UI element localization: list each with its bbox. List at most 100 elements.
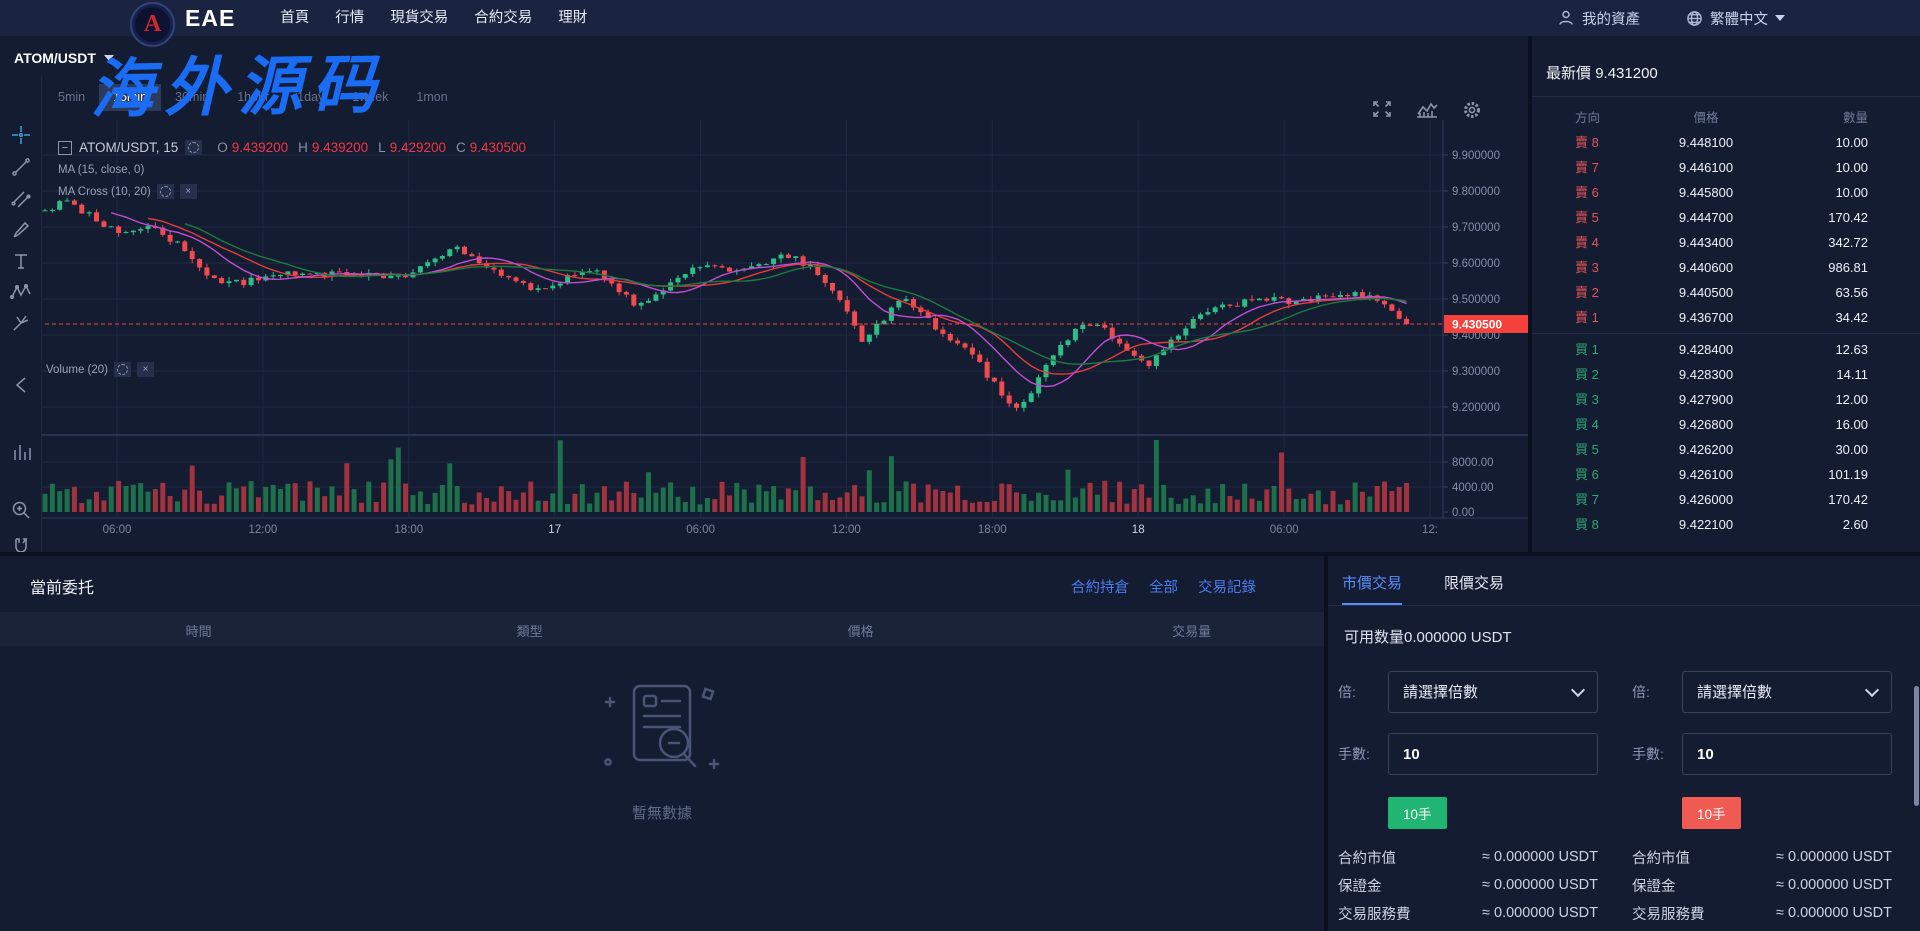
nav-item-5[interactable]: 理財	[545, 0, 600, 36]
svg-text:8000.00: 8000.00	[1452, 457, 1494, 469]
nav-item-3[interactable]: 現貨交易	[377, 0, 461, 36]
timeframe-tab-30min[interactable]: 30min	[161, 84, 223, 111]
ask-row[interactable]: 賣 49.443400342.72	[1532, 230, 1920, 255]
orders-link-2[interactable]: 全部	[1149, 576, 1178, 597]
ask-row[interactable]: 賣 79.44610010.00	[1532, 155, 1920, 180]
language-label: 繁體中文	[1710, 8, 1768, 29]
ask-row[interactable]: 賣 59.444700170.42	[1532, 205, 1920, 230]
ask-row[interactable]: 賣 89.44810010.00	[1532, 130, 1920, 155]
trade-tabs: 市價交易 限價交易	[1328, 556, 1920, 605]
my-assets-link[interactable]: 我的資產	[1557, 8, 1640, 29]
crosshair-icon[interactable]	[9, 123, 33, 147]
info-label: 交易服務費	[1632, 903, 1705, 924]
orders-link-1[interactable]: 合約持倉	[1071, 576, 1129, 597]
price-value: 9.448100	[1642, 130, 1770, 155]
info-row-2: 保證金≈ 0.000000 USDT	[1632, 871, 1892, 899]
candlestick-chart[interactable]: 06:0012:0018:001706:0012:0018:001806:001…	[0, 36, 1528, 552]
price-value: 9.426800	[1642, 412, 1770, 437]
fullscreen-icon[interactable]	[1372, 100, 1392, 118]
settings-gear-icon[interactable]	[114, 362, 131, 377]
multiplier-select[interactable]: 請選擇倍數	[1682, 671, 1892, 713]
timeframe-bar: 5min15min30min1hour1day1week1mon	[44, 84, 462, 111]
collapse-arrow-icon[interactable]	[9, 373, 33, 397]
info-label: 交易服務費	[1338, 903, 1411, 924]
spread-divider	[1532, 333, 1920, 334]
symbol-selector[interactable]: ATOM/USDT	[14, 50, 114, 66]
lots-input[interactable]	[1682, 733, 1892, 775]
bid-row[interactable]: 買 39.42790012.00	[1532, 387, 1920, 412]
brand-logo[interactable]: A	[130, 2, 175, 47]
scrollbar[interactable]	[1914, 686, 1919, 806]
svg-text:9.430500: 9.430500	[1452, 318, 1502, 332]
settings-gear-icon[interactable]	[1462, 100, 1482, 120]
trade-panel: 市價交易限價交易 可用数量0.000000 USDT 倍:請選擇倍數手數:10手…	[1328, 556, 1920, 931]
no-data-icon	[596, 676, 728, 784]
direction-label: 買 2	[1532, 362, 1642, 387]
multiplier-label: 倍:	[1632, 682, 1682, 702]
amount-value: 101.19	[1770, 462, 1920, 487]
timeframe-tab-15min[interactable]: 15min	[99, 84, 161, 111]
direction-label: 買 1	[1532, 337, 1642, 362]
svg-text:06:00: 06:00	[1270, 524, 1299, 536]
svg-text:9.700000: 9.700000	[1452, 222, 1500, 234]
open-buy-button[interactable]: 10手	[1388, 797, 1447, 829]
trade-tab-1[interactable]: 市價交易	[1342, 572, 1402, 605]
close-icon[interactable]: ×	[137, 362, 154, 377]
nav-item-1[interactable]: 首頁	[267, 0, 322, 36]
info-label: 保證金	[1338, 875, 1382, 896]
amount-value: 12.00	[1770, 387, 1920, 412]
language-switch[interactable]: 繁體中文	[1686, 8, 1785, 29]
brush-icon[interactable]	[9, 218, 33, 242]
nav-item-4[interactable]: 合約交易	[461, 0, 545, 36]
bottom-row: 當前委托 合約持倉全部交易記錄 時間類型價格交易量	[0, 556, 1920, 931]
svg-text:9.800000: 9.800000	[1452, 186, 1500, 198]
ask-row[interactable]: 賣 39.440600986.81	[1532, 255, 1920, 280]
orders-link-3[interactable]: 交易記錄	[1198, 576, 1256, 597]
orders-table-header: 時間類型價格交易量	[0, 612, 1324, 646]
indicators-icon[interactable]	[1416, 100, 1438, 118]
timeframe-tab-5min[interactable]: 5min	[44, 84, 99, 111]
svg-text:9.300000: 9.300000	[1452, 366, 1500, 378]
bid-row[interactable]: 買 69.426100101.19	[1532, 462, 1920, 487]
ask-row[interactable]: 賣 29.44050063.56	[1532, 280, 1920, 305]
orders-panel-title: 當前委托	[30, 574, 94, 598]
svg-text:9.500000: 9.500000	[1452, 294, 1500, 306]
svg-text:12:: 12:	[1422, 524, 1438, 536]
collapse-legend-icon[interactable]: −	[58, 141, 72, 155]
bars-pattern-icon[interactable]	[9, 440, 33, 464]
trade-tab-2[interactable]: 限價交易	[1444, 572, 1504, 605]
timeframe-tab-1day[interactable]: 1day	[283, 84, 338, 111]
bid-row[interactable]: 買 89.4221002.60	[1532, 512, 1920, 537]
lots-input[interactable]	[1388, 733, 1598, 775]
open-sell-button[interactable]: 10手	[1682, 797, 1741, 829]
multiplier-select[interactable]: 請選擇倍數	[1388, 671, 1598, 713]
bid-row[interactable]: 買 79.426000170.42	[1532, 487, 1920, 512]
timeframe-tab-1mon[interactable]: 1mon	[402, 84, 461, 111]
bid-row[interactable]: 買 29.42830014.11	[1532, 362, 1920, 387]
magnet-icon[interactable]	[9, 534, 33, 552]
text-tool-icon[interactable]	[9, 249, 33, 273]
timeframe-tab-1hour[interactable]: 1hour	[223, 84, 283, 111]
amount-value: 30.00	[1770, 437, 1920, 462]
price-value: 9.440500	[1642, 280, 1770, 305]
xabcd-pattern-icon[interactable]	[9, 280, 33, 304]
info-row-1: 合約市值≈ 0.000000 USDT	[1632, 843, 1892, 871]
nav-item-2[interactable]: 行情	[322, 0, 377, 36]
ask-row[interactable]: 賣 19.43670034.42	[1532, 305, 1920, 330]
settings-gear-icon[interactable]	[185, 140, 202, 155]
bid-row[interactable]: 買 19.42840012.63	[1532, 337, 1920, 362]
trendline-icon[interactable]	[9, 155, 33, 179]
timeframe-tab-1week[interactable]: 1week	[338, 84, 402, 111]
svg-text:18:00: 18:00	[978, 524, 1007, 536]
bid-row[interactable]: 買 49.42680016.00	[1532, 412, 1920, 437]
ma-indicator-label: MA (15, close, 0)	[58, 164, 526, 176]
channel-icon[interactable]	[9, 187, 33, 211]
zoom-in-icon[interactable]	[9, 498, 33, 522]
settings-gear-icon[interactable]	[157, 184, 174, 199]
orders-col-2: 類型	[517, 621, 543, 640]
forecast-icon[interactable]	[9, 311, 33, 335]
multiplier-select-wrap: 請選擇倍數	[1682, 671, 1892, 713]
ask-row[interactable]: 賣 69.44580010.00	[1532, 180, 1920, 205]
bid-row[interactable]: 買 59.42620030.00	[1532, 437, 1920, 462]
close-icon[interactable]: ×	[180, 184, 197, 199]
